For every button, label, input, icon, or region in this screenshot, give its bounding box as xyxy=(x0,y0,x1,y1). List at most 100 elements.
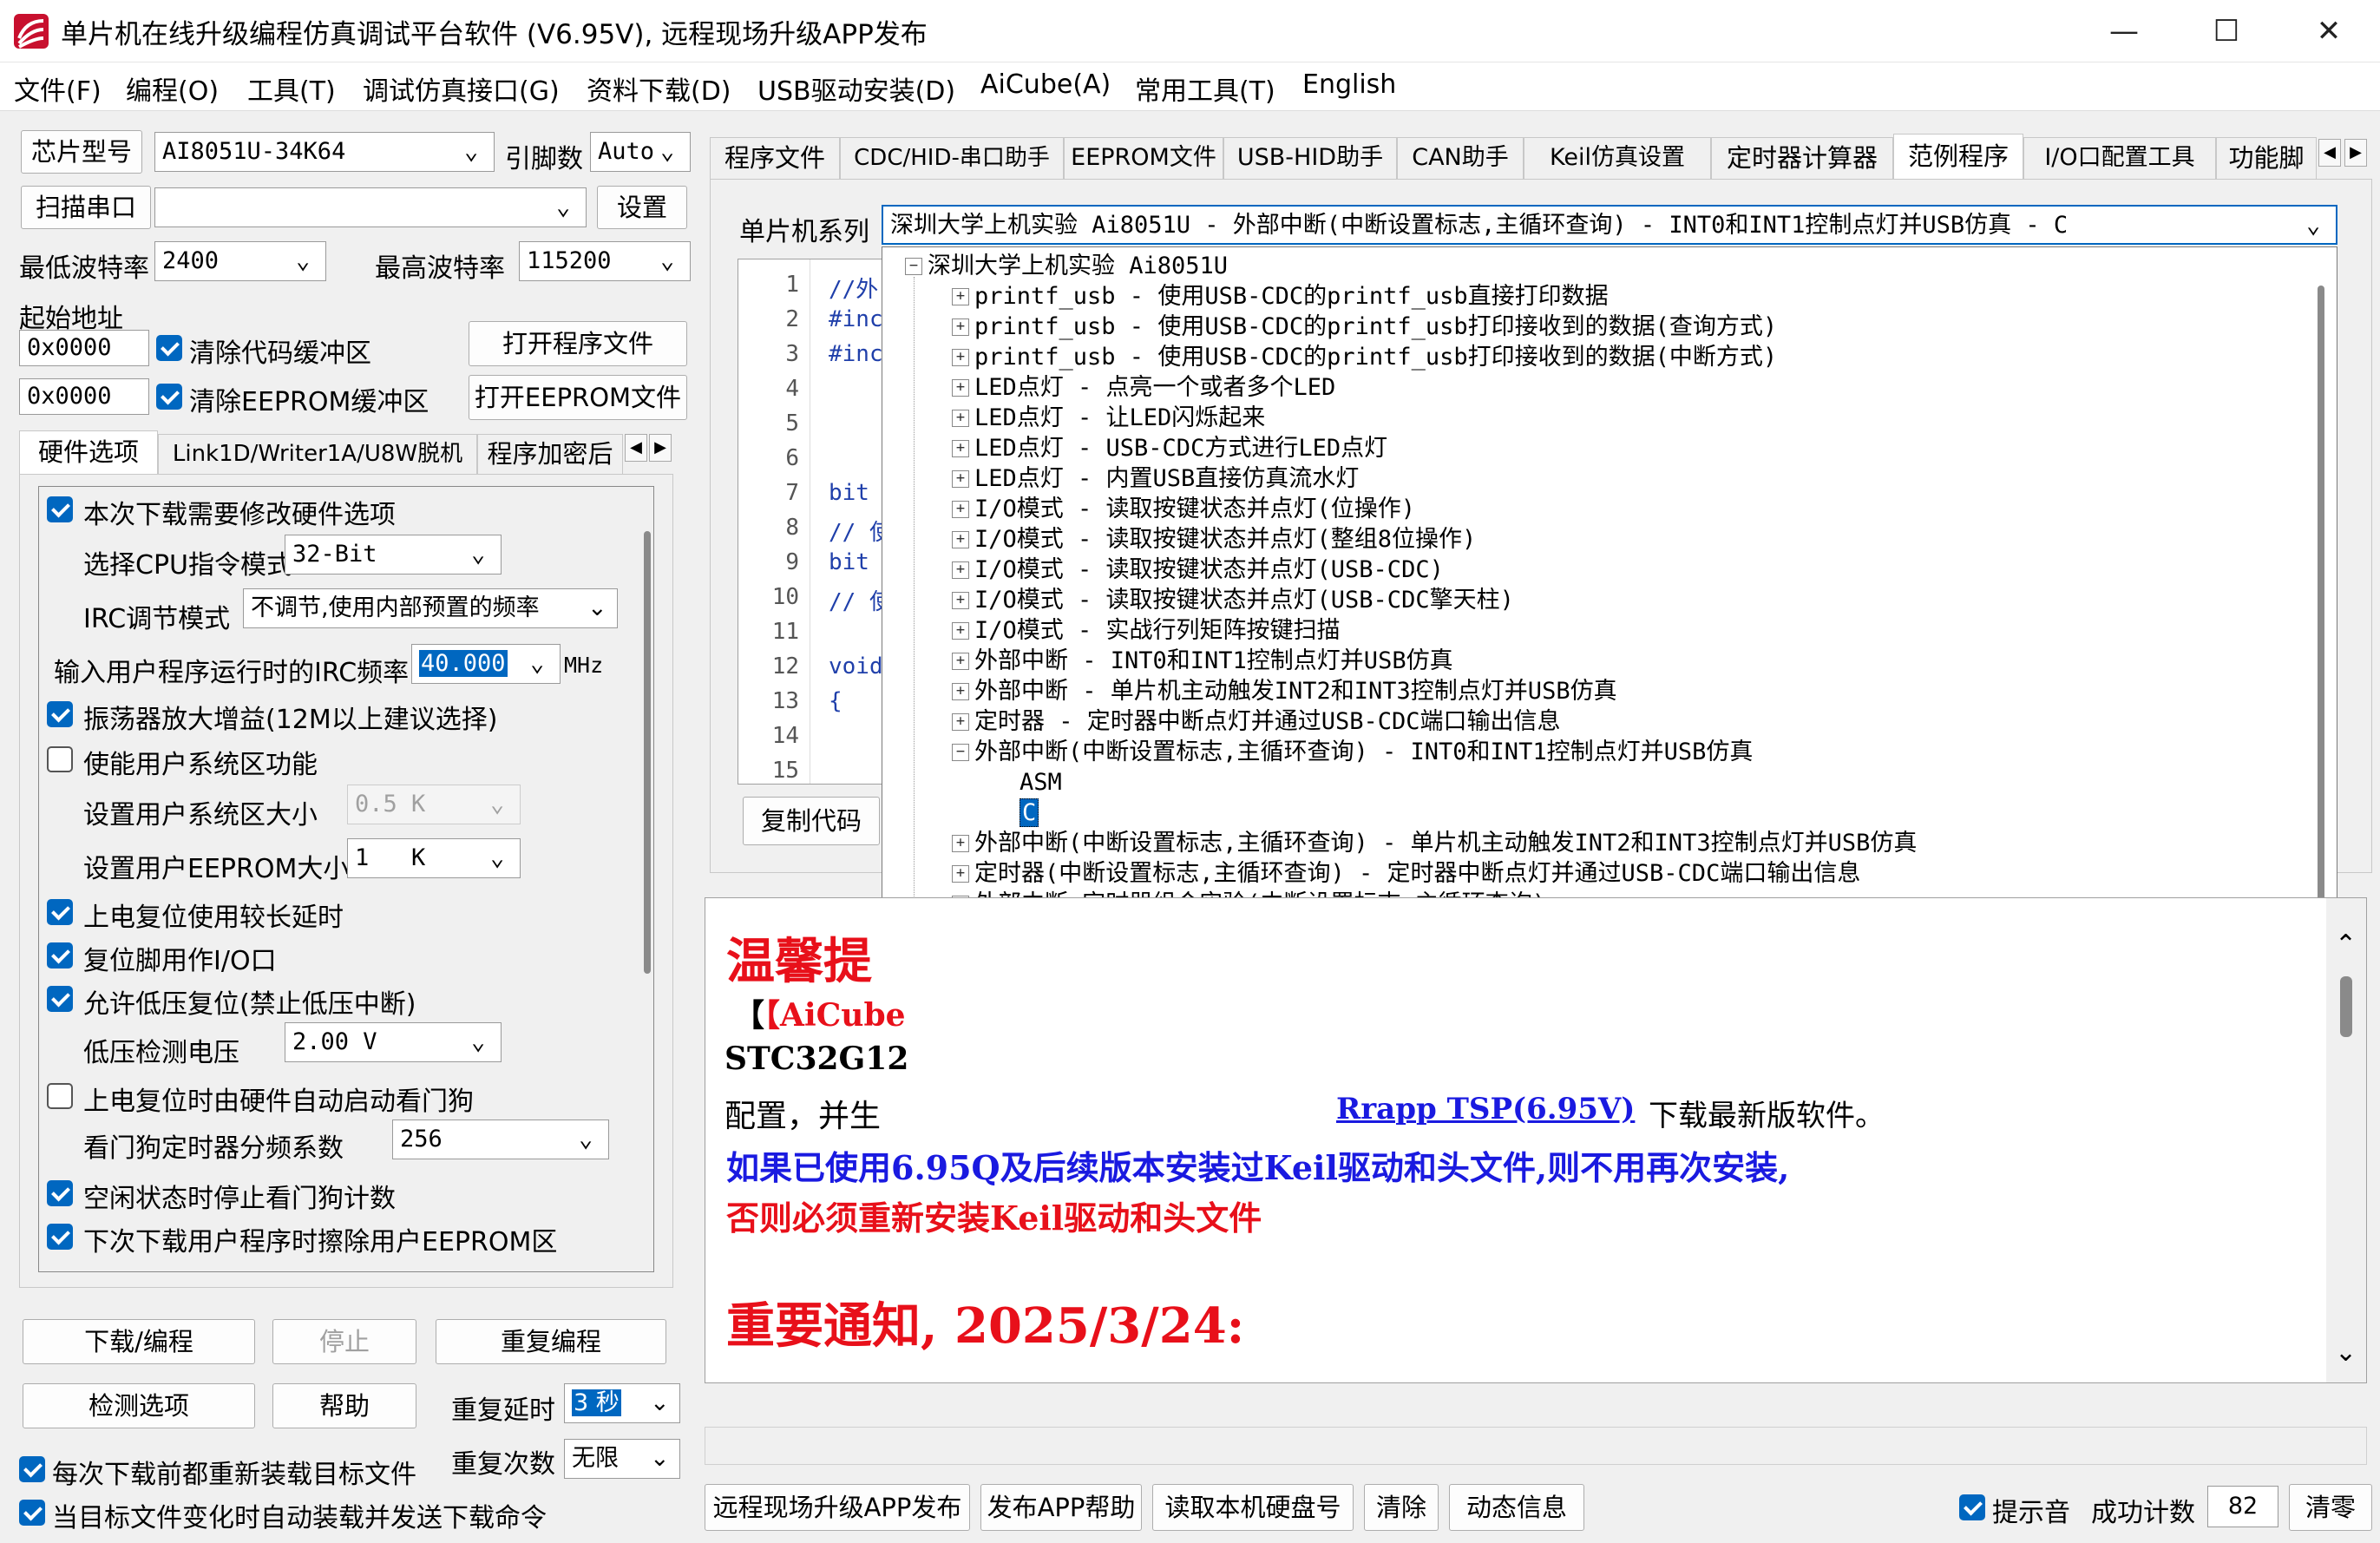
menu-english[interactable]: English xyxy=(1302,69,1396,100)
modify-hw-checkbox[interactable] xyxy=(47,496,73,522)
lvd-select[interactable]: 2.00 V ⌄ xyxy=(285,1022,502,1062)
tab-scroll-left-icon[interactable]: ◀ xyxy=(625,434,647,462)
expand-icon[interactable]: + xyxy=(952,470,969,488)
tab-keil-sim[interactable]: Keil仿真设置 xyxy=(1524,137,1711,179)
expand-icon[interactable]: + xyxy=(952,653,969,670)
repeat-program-button[interactable]: 重复编程 xyxy=(436,1319,666,1364)
reset-count-button[interactable]: 清零 xyxy=(2289,1484,2372,1531)
minimize-button[interactable]: — xyxy=(2073,0,2175,62)
expand-icon[interactable]: + xyxy=(952,622,969,640)
publish-help-button[interactable]: 发布APP帮助 xyxy=(980,1484,1142,1531)
menu-download[interactable]: 资料下载(D) xyxy=(587,69,731,108)
pin-count-select[interactable]: Auto ⌄ xyxy=(590,132,691,172)
expand-icon[interactable]: + xyxy=(952,531,969,548)
expand-icon[interactable]: + xyxy=(952,592,969,609)
collapse-icon[interactable]: − xyxy=(905,258,922,275)
wdt-auto-checkbox[interactable] xyxy=(47,1083,73,1109)
tree-item[interactable]: + 定时器 - 定时器中断点灯并通过USB-CDC端口输出信息 xyxy=(952,706,1561,737)
tree-item[interactable]: + I/O模式 - 读取按键状态并点灯(USB-CDC) xyxy=(952,555,1444,585)
tab-usb-hid[interactable]: USB-HID助手 xyxy=(1223,137,1397,179)
tab-io-config[interactable]: I/O口配置工具 xyxy=(2023,137,2216,179)
wdt-div-select[interactable]: 256 ⌄ xyxy=(392,1119,609,1159)
idle-wdt-checkbox[interactable] xyxy=(47,1180,73,1206)
osc-gain-checkbox[interactable] xyxy=(47,701,73,727)
tree-item[interactable]: + LED点灯 - 让LED闪烁起来 xyxy=(952,403,1265,433)
dynamic-info-button[interactable]: 动态信息 xyxy=(1449,1484,1584,1531)
min-baud-select[interactable]: 2400 ⌄ xyxy=(154,241,326,281)
scan-port-button[interactable]: 扫描串口 xyxy=(21,186,151,229)
code-address-input[interactable]: 0x0000 xyxy=(19,330,149,366)
tree-item[interactable]: − 外部中断(中断设置标志,主循环查询) - INT0和INT1控制点灯并USB仿… xyxy=(952,737,1753,767)
scroll-thumb[interactable] xyxy=(2340,976,2352,1037)
scroll-up-icon[interactable]: ⌃ xyxy=(2335,929,2357,960)
read-disk-button[interactable]: 读取本机硬盘号 xyxy=(1152,1484,1354,1531)
menu-file[interactable]: 文件(F) xyxy=(14,69,102,108)
series-select[interactable]: 深圳大学上机实验 Ai8051U - 外部中断(中断设置标志,主循环查询) - … xyxy=(882,205,2337,245)
user-sys-checkbox[interactable] xyxy=(47,746,73,772)
tree-item[interactable]: + I/O模式 - 读取按键状态并点灯(位操作) xyxy=(952,494,1415,524)
expand-icon[interactable]: + xyxy=(952,835,969,852)
repeat-delay-select[interactable]: 3 秒 ⌄ xyxy=(564,1383,680,1423)
menu-debug[interactable]: 调试仿真接口(G) xyxy=(363,69,560,108)
expand-icon[interactable]: + xyxy=(952,410,969,427)
tab-serial-assistant[interactable]: CDC/HID-串口助手 xyxy=(840,137,1064,179)
lvr-checkbox[interactable] xyxy=(47,986,73,1012)
expand-icon[interactable]: + xyxy=(952,683,969,700)
tree-root-shenzhen[interactable]: − 深圳大学上机实验 Ai8051U xyxy=(905,251,1228,281)
tab-eeprom-file[interactable]: EEPROM文件 xyxy=(1064,137,1223,179)
user-sys-size-select[interactable]: 0.5 K ⌄ xyxy=(347,785,521,824)
por-delay-checkbox[interactable] xyxy=(47,899,73,925)
open-program-button[interactable]: 打开程序文件 xyxy=(469,321,687,366)
menu-tools[interactable]: 工具(T) xyxy=(247,69,336,108)
clear-button[interactable]: 清除 xyxy=(1364,1484,1439,1531)
clear-code-checkbox[interactable] xyxy=(156,335,182,361)
settings-button[interactable]: 设置 xyxy=(597,186,687,229)
expand-icon[interactable]: + xyxy=(952,288,969,305)
tab-scroll-right-icon[interactable]: ▶ xyxy=(649,434,672,462)
tab-scroll-left-icon[interactable]: ◀ xyxy=(2318,139,2341,167)
expand-icon[interactable]: + xyxy=(952,318,969,336)
irc-mode-select[interactable]: 不调节,使用内部预置的频率 ⌄ xyxy=(243,588,618,628)
eeprom-address-input[interactable]: 0x0000 xyxy=(19,378,149,415)
chip-model-select[interactable]: AI8051U-34K64 ⌄ xyxy=(154,132,495,172)
tab-encryption[interactable]: 程序加密后 xyxy=(477,434,623,474)
tree-child-c[interactable]: C xyxy=(1020,798,1039,828)
notice-scrollbar[interactable]: ⌃ ⌄ xyxy=(2326,898,2366,1382)
expand-icon[interactable]: + xyxy=(952,561,969,579)
tree-item[interactable]: + I/O模式 - 读取按键状态并点灯(USB-CDC擎天柱) xyxy=(952,585,1514,615)
tree-item[interactable]: + I/O模式 - 读取按键状态并点灯(整组8位操作) xyxy=(952,524,1476,555)
port-select[interactable]: ⌄ xyxy=(154,187,587,227)
tab-scroll-right-icon[interactable]: ▶ xyxy=(2344,139,2367,167)
tree-item[interactable]: + LED点灯 - 点亮一个或者多个LED xyxy=(952,372,1335,403)
tab-can[interactable]: CAN助手 xyxy=(1397,137,1524,179)
tree-item[interactable]: + 外部中断(中断设置标志,主循环查询) - 单片机主动触发INT2和INT3控制… xyxy=(952,828,1917,858)
menu-aicube[interactable]: AiCube(A) xyxy=(980,69,1111,100)
tree-item[interactable]: + I/O模式 - 实战行列矩阵按键扫描 xyxy=(952,615,1341,646)
tree-item[interactable]: + 外部中断 - INT0和INT1控制点灯并USB仿真 xyxy=(952,646,1453,676)
tree-item[interactable]: + printf_usb - 使用USB-CDC的printf_usb直接打印数据 xyxy=(952,281,1609,312)
copy-code-button[interactable]: 复制代码 xyxy=(743,797,880,845)
cpu-mode-select[interactable]: 32-Bit ⌄ xyxy=(285,535,502,575)
tab-link1d[interactable]: Link1D/Writer1A/U8W脱机 xyxy=(158,434,477,474)
reload-each-checkbox[interactable] xyxy=(19,1456,45,1482)
tree-child-asm[interactable]: ASM xyxy=(1020,767,1062,798)
reset-io-checkbox[interactable] xyxy=(47,942,73,968)
tree-item[interactable]: + 外部中断 - 单片机主动触发INT2和INT3控制点灯并USB仿真 xyxy=(952,676,1617,706)
tab-program-file[interactable]: 程序文件 xyxy=(710,137,840,179)
repeat-count-select[interactable]: 无限 ⌄ xyxy=(564,1439,680,1479)
notice-download-link[interactable]: Rrapp TSP(6.95V) xyxy=(1336,1092,1635,1126)
collapse-icon[interactable]: − xyxy=(952,744,969,761)
eeprom-size-select[interactable]: 1 K ⌄ xyxy=(347,838,521,878)
tab-examples[interactable]: 范例程序 xyxy=(1893,134,2023,179)
stop-button[interactable]: 停止 xyxy=(272,1319,416,1364)
publish-app-button[interactable]: 远程现场升级APP发布 xyxy=(705,1484,970,1531)
tree-item[interactable]: + printf_usb - 使用USB-CDC的printf_usb打印接收到的… xyxy=(952,312,1777,342)
options-scrollbar[interactable] xyxy=(644,531,651,974)
close-button[interactable]: ✕ xyxy=(2278,0,2380,62)
sound-checkbox[interactable] xyxy=(1959,1494,1985,1520)
tab-function-pin[interactable]: 功能脚 xyxy=(2216,137,2317,179)
erase-eeprom-checkbox[interactable] xyxy=(47,1224,73,1250)
tree-item[interactable]: + 定时器(中断设置标志,主循环查询) - 定时器中断点灯并通过USB-CDC端口… xyxy=(952,858,1860,889)
menu-program[interactable]: 编程(O) xyxy=(126,69,219,108)
tree-item[interactable]: + LED点灯 - 内置USB直接仿真流水灯 xyxy=(952,463,1359,494)
